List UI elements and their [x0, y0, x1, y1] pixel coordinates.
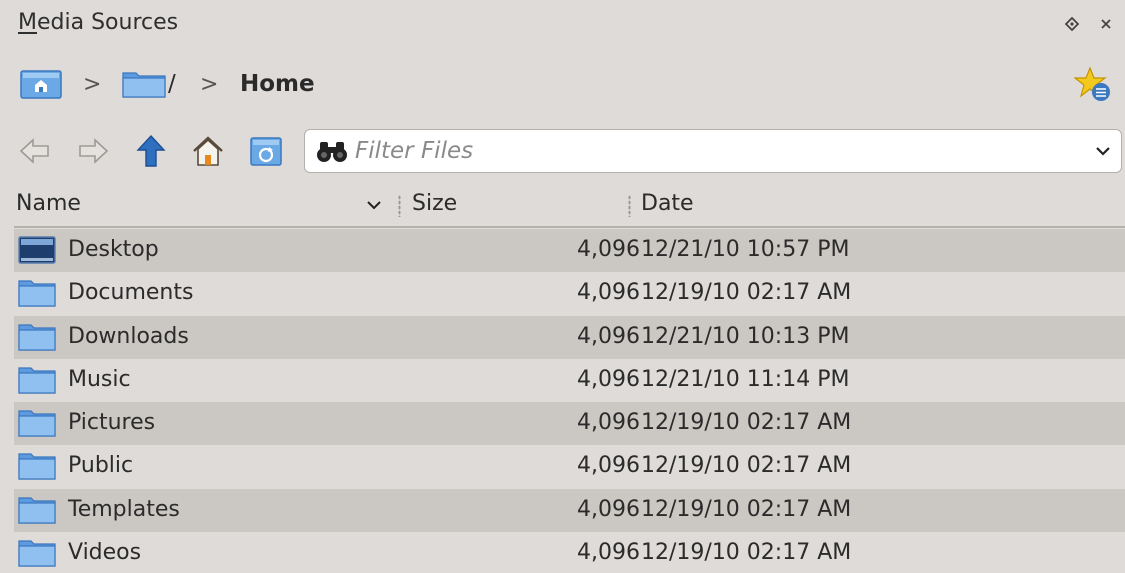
column-header-size[interactable]: Size	[412, 191, 457, 216]
home-button[interactable]	[187, 129, 229, 173]
bookmark-star-icon	[1074, 66, 1110, 101]
file-name: Public	[68, 453, 134, 479]
bookmarks-button[interactable]	[1074, 56, 1112, 112]
filter-input[interactable]	[355, 130, 1055, 172]
file-name: Downloads	[68, 323, 189, 349]
refresh-icon	[250, 137, 282, 166]
file-size: 4,096	[577, 366, 640, 392]
column-separator[interactable]	[398, 195, 401, 217]
filter-field[interactable]	[304, 129, 1122, 173]
file-size: 4,096	[577, 540, 640, 566]
file-name: Music	[68, 366, 131, 392]
table-row[interactable]: Pictures 4,096 12/19/10 02:17 AM	[14, 402, 1125, 446]
diamond-icon	[1064, 16, 1080, 32]
column-separator[interactable]	[628, 195, 631, 217]
breadcrumb-current[interactable]: Home	[240, 56, 315, 112]
folder-icon	[18, 323, 56, 351]
window-title: Media Sources	[18, 10, 179, 35]
table-row[interactable]: Public 4,096 12/19/10 02:17 AM	[14, 445, 1125, 488]
folder-icon	[18, 367, 56, 394]
file-date: 12/19/10 02:17 AM	[641, 453, 852, 479]
folder-icon	[18, 280, 56, 307]
sort-chevron-down-icon	[367, 201, 381, 210]
file-date: 12/21/10 11:14 PM	[641, 366, 850, 392]
file-name: Templates	[68, 496, 180, 522]
folder-icon	[18, 497, 56, 524]
file-date: 12/19/10 02:17 AM	[641, 540, 852, 566]
table-row[interactable]: Desktop 4,096 12/21/10 10:57 PM	[14, 229, 1125, 273]
float-button[interactable]	[1062, 14, 1082, 34]
table-header: Name Size Date	[0, 183, 1125, 229]
up-button[interactable]	[130, 129, 172, 173]
file-size: 4,096	[577, 237, 640, 262]
file-date: 12/19/10 02:17 AM	[641, 410, 852, 436]
file-size: 4,096	[577, 280, 640, 306]
folder-icon	[18, 410, 56, 437]
home-icon	[193, 136, 223, 166]
file-date: 12/21/10 10:13 PM	[641, 323, 850, 349]
close-button[interactable]	[1096, 14, 1116, 34]
places-icon	[20, 70, 62, 99]
file-name: Pictures	[68, 410, 156, 436]
breadcrumb-separator: >	[83, 71, 102, 97]
column-header-name[interactable]: Name	[16, 191, 81, 216]
file-size: 4,096	[577, 496, 640, 522]
file-size: 4,096	[577, 410, 640, 436]
reload-button[interactable]	[245, 129, 287, 173]
close-icon	[1101, 19, 1111, 29]
breadcrumb-places-button[interactable]	[20, 56, 62, 112]
binoculars-icon	[317, 142, 347, 162]
forward-button[interactable]	[72, 129, 114, 173]
file-date: 12/19/10 02:17 AM	[641, 496, 852, 522]
table-row[interactable]: Music 4,096 12/21/10 11:14 PM	[14, 359, 1125, 402]
arrow-right-icon	[79, 138, 109, 164]
table-row[interactable]: Documents 4,096 12/19/10 02:17 AM	[14, 272, 1125, 315]
arrow-left-icon	[19, 138, 49, 164]
file-name: Videos	[68, 540, 142, 566]
file-date: 12/21/10 10:57 PM	[641, 237, 850, 262]
folder-icon	[18, 540, 56, 567]
breadcrumb-root[interactable]: /	[122, 56, 176, 112]
table-row[interactable]: Videos 4,096 12/19/10 02:17 AM	[14, 532, 1125, 573]
back-button[interactable]	[14, 129, 56, 173]
breadcrumb: > / > Home	[0, 56, 1125, 112]
file-name: Desktop	[68, 237, 159, 262]
folder-icon	[122, 72, 166, 98]
breadcrumb-separator: >	[200, 71, 219, 97]
table-row[interactable]: Downloads 4,096 12/21/10 10:13 PM	[14, 315, 1125, 359]
title-bar: Media Sources	[0, 0, 1125, 50]
breadcrumb-root-label: /	[168, 71, 176, 97]
file-name: Documents	[68, 280, 194, 306]
desktop-icon	[18, 236, 56, 264]
table-row[interactable]: Templates 4,096 12/19/10 02:17 AM	[14, 488, 1125, 533]
header-divider	[14, 226, 1125, 228]
toolbar	[0, 125, 1125, 180]
file-size: 4,096	[577, 453, 640, 479]
folder-icon	[18, 453, 56, 481]
file-list: Desktop 4,096 12/21/10 10:57 PM Document…	[14, 229, 1125, 573]
arrow-up-icon	[136, 134, 166, 167]
file-size: 4,096	[577, 323, 640, 349]
column-header-date[interactable]: Date	[641, 191, 694, 216]
chevron-down-icon	[1096, 147, 1110, 156]
file-date: 12/19/10 02:17 AM	[641, 280, 852, 306]
